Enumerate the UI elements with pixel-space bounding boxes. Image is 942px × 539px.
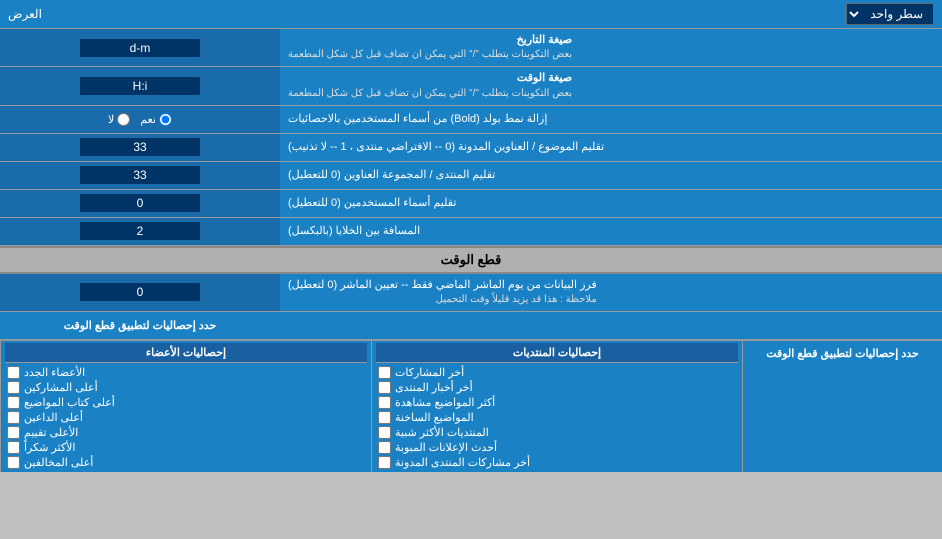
cb-top-callers: أعلى الداعين xyxy=(5,410,367,425)
cb-forum-news: أخر أخبار المنتدى xyxy=(376,380,738,395)
bold-yes-label[interactable]: نعم xyxy=(140,113,172,126)
bold-remove-row: إزالة نمط بولد (Bold) من أسماء المستخدمي… xyxy=(0,106,942,134)
cb-latest-ads-input[interactable] xyxy=(378,441,391,454)
top-row: سطر واحد سطران ثلاثة أسطر العرض xyxy=(0,0,942,29)
usernames-limit-label: تقليم أسماء المستخدمين (0 للتعطيل) xyxy=(280,190,942,217)
stats-apply-side-label: حدد إحصاليات لتطبيق قطع الوقت xyxy=(742,341,942,472)
usernames-limit-row: تقليم أسماء المستخدمين (0 للتعطيل) xyxy=(0,190,942,218)
cutoff-section-header: قطع الوقت xyxy=(0,246,942,274)
forum-topics-limit-input[interactable] xyxy=(80,166,200,184)
stats-apply-text: حدد إحصاليات لتطبيق قطع الوقت xyxy=(64,319,217,332)
cb-last-posts-input[interactable] xyxy=(378,366,391,379)
cb-most-thanked-input[interactable] xyxy=(7,441,20,454)
cb-top-violators-input[interactable] xyxy=(7,456,20,469)
topics-limit-label: تقليم الموضوع / العناوين المدونة (0 -- ا… xyxy=(280,134,942,161)
display-select[interactable]: سطر واحد سطران ثلاثة أسطر xyxy=(846,3,934,25)
bold-remove-label: إزالة نمط بولد (Bold) من أسماء المستخدمي… xyxy=(280,106,942,133)
topics-limit-input-wrapper xyxy=(0,134,280,161)
top-row-select-wrapper[interactable]: سطر واحد سطران ثلاثة أسطر xyxy=(846,3,934,25)
stats-apply-label xyxy=(280,312,942,339)
space-cells-label: المسافة بين الخلايا (بالبكسل) xyxy=(280,218,942,245)
date-format-row: صيغة التاريخ بعض التكوينات يتطلب "/" الت… xyxy=(0,29,942,67)
cb-new-members-input[interactable] xyxy=(7,366,20,379)
topics-limit-row: تقليم الموضوع / العناوين المدونة (0 -- ا… xyxy=(0,134,942,162)
date-format-input[interactable] xyxy=(80,39,200,57)
cb-top-posters: أعلى المشاركين xyxy=(5,380,367,395)
usernames-limit-input-wrapper xyxy=(0,190,280,217)
cb-most-viewed-input[interactable] xyxy=(378,396,391,409)
cb-last-posts: أخر المشاركات xyxy=(376,365,738,380)
date-format-input-wrapper xyxy=(0,29,280,66)
forum-topics-limit-input-wrapper xyxy=(0,162,280,189)
topics-limit-input[interactable] xyxy=(80,138,200,156)
bold-no-radio[interactable] xyxy=(117,113,130,126)
cb-most-viewed: أكثر المواضيع مشاهدة xyxy=(376,395,738,410)
stats-col-members-header: إحصاليات الأعضاء xyxy=(5,343,367,363)
space-cells-input-wrapper xyxy=(0,218,280,245)
cb-top-writers: أعلى كتاب المواضيع xyxy=(5,395,367,410)
time-format-input[interactable] xyxy=(80,77,200,95)
cb-forum-last-posts: أخر مشاركات المنتدى المدونة xyxy=(376,455,738,470)
cb-forum-news-input[interactable] xyxy=(378,381,391,394)
cutoff-row: فرز البيانات من يوم الماشر الماضي فقط --… xyxy=(0,274,942,312)
forum-topics-limit-row: تقليم المنتدى / المجموعة العناوين (0 للت… xyxy=(0,162,942,190)
time-format-input-wrapper xyxy=(0,67,280,104)
cb-latest-ads: أحدث الإعلانات المبوبة xyxy=(376,440,738,455)
time-format-label: صيغة الوقت بعض التكوينات يتطلب "/" التي … xyxy=(280,67,942,104)
bold-no-label[interactable]: لا xyxy=(108,113,130,126)
cb-hot-topics-input[interactable] xyxy=(378,411,391,424)
cb-top-writers-input[interactable] xyxy=(7,396,20,409)
cb-hot-topics: المواضيع الساخنة xyxy=(376,410,738,425)
cb-new-members: الأعضاء الجدد xyxy=(5,365,367,380)
bold-remove-radio-wrapper: نعم لا xyxy=(0,106,280,133)
cutoff-input[interactable] xyxy=(80,283,200,301)
stats-col-forums: إحصاليات المنتديات أخر المشاركات أخر أخب… xyxy=(371,341,742,472)
space-cells-input[interactable] xyxy=(80,222,200,240)
usernames-limit-input[interactable] xyxy=(80,194,200,212)
cutoff-input-wrapper xyxy=(0,274,280,311)
bold-yes-radio[interactable] xyxy=(159,113,172,126)
top-label: العرض xyxy=(8,7,42,21)
cb-forum-last-posts-input[interactable] xyxy=(378,456,391,469)
stats-columns: إحصاليات المنتديات أخر المشاركات أخر أخب… xyxy=(0,341,742,472)
forum-topics-limit-label: تقليم المنتدى / المجموعة العناوين (0 للت… xyxy=(280,162,942,189)
cb-highest-rated-input[interactable] xyxy=(7,426,20,439)
date-format-label: صيغة التاريخ بعض التكوينات يتطلب "/" الت… xyxy=(280,29,942,66)
cb-most-thanked: الأكثر شكراً xyxy=(5,440,367,455)
cb-top-callers-input[interactable] xyxy=(7,411,20,424)
stats-col-members: إحصاليات الأعضاء الأعضاء الجدد أعلى المش… xyxy=(0,341,371,472)
cb-similar-forums-input[interactable] xyxy=(378,426,391,439)
time-format-row: صيغة الوقت بعض التكوينات يتطلب "/" التي … xyxy=(0,67,942,105)
checkboxes-area: حدد إحصاليات لتطبيق قطع الوقت إحصاليات ا… xyxy=(0,340,942,472)
stats-col-forums-header: إحصاليات المنتديات xyxy=(376,343,738,363)
cb-top-posters-input[interactable] xyxy=(7,381,20,394)
stats-apply-row: حدد إحصاليات لتطبيق قطع الوقت xyxy=(0,312,942,340)
cb-top-violators: أعلى المخالفين xyxy=(5,455,367,470)
cutoff-label: فرز البيانات من يوم الماشر الماضي فقط --… xyxy=(280,274,942,311)
cb-highest-rated: الأعلى تقييم xyxy=(5,425,367,440)
space-cells-row: المسافة بين الخلايا (بالبكسل) xyxy=(0,218,942,246)
cb-similar-forums: المنتديات الأكثر شبية xyxy=(376,425,738,440)
